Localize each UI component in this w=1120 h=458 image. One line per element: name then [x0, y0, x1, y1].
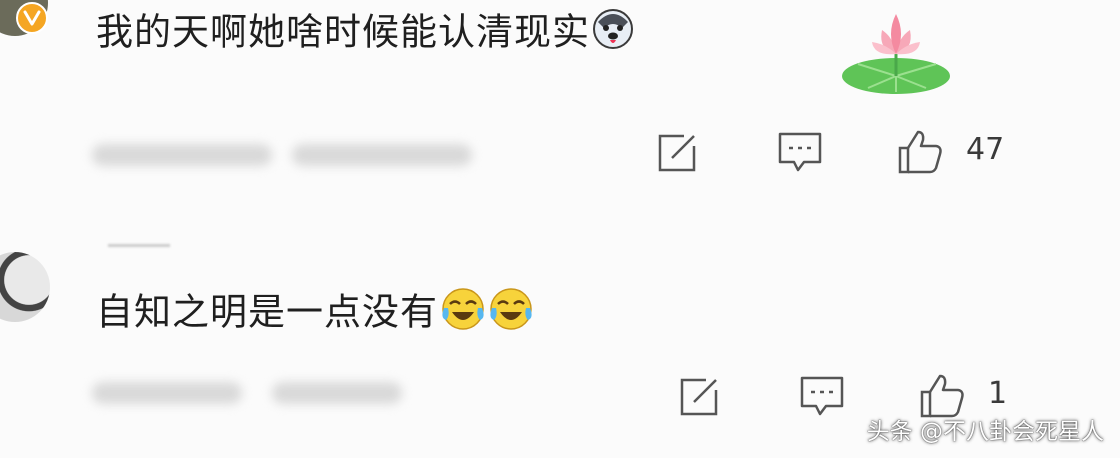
like-count: 47 [966, 132, 1005, 167]
comment-text-content: 我的天啊她啥时候能认清现实 [96, 10, 590, 54]
comment-icon [800, 376, 844, 416]
laughing-tears-emoji [440, 286, 486, 342]
comment-text-content: 自知之明是一点没有 [96, 290, 438, 334]
blurred-meta [292, 144, 472, 166]
like-icon [898, 130, 942, 174]
verified-badge-icon [16, 2, 48, 34]
comment-text: 我的天啊她啥时候能认清现实 [96, 8, 634, 60]
watermark: 头条 @不八卦会死星人 [866, 419, 1104, 445]
share-button[interactable] [676, 372, 724, 420]
avatar[interactable] [0, 252, 50, 322]
comment-icon [778, 132, 822, 172]
comment-button[interactable] [776, 128, 824, 176]
laughing-tears-emoji [488, 286, 534, 342]
blurred-meta [272, 382, 402, 404]
husky-face-emoji [592, 8, 634, 60]
comment-item-1: 我的天啊她啥时候能认清现实 47 [0, 0, 1120, 230]
lotus-sticker [838, 4, 958, 100]
share-icon [680, 378, 718, 416]
share-button[interactable] [654, 128, 702, 176]
like-count: 1 [988, 376, 1008, 411]
blurred-meta [92, 144, 272, 166]
blurred-meta [92, 382, 242, 404]
like-button[interactable] [896, 128, 944, 176]
comment-text: 自知之明是一点没有 [96, 286, 534, 342]
share-icon [658, 134, 696, 172]
comment-button[interactable] [798, 372, 846, 420]
